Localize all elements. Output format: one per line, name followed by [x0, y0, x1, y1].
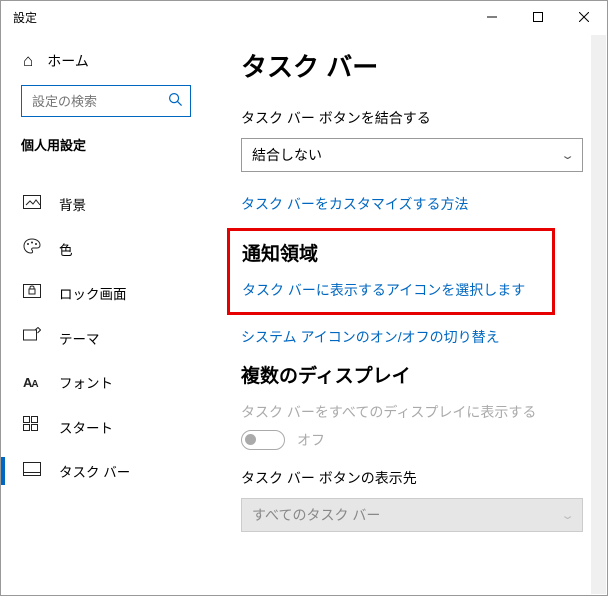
- show-all-displays-label: タスク バーをすべてのディスプレイに表示する: [241, 402, 583, 422]
- sidebar-item-start[interactable]: スタート: [1, 404, 211, 449]
- highlight-annotation: 通知領域 タスク バーに表示するアイコンを選択します: [227, 228, 555, 315]
- show-all-displays-toggle: [241, 430, 285, 450]
- font-icon: AA: [23, 375, 43, 390]
- sidebar-item-label: 背景: [59, 194, 86, 214]
- lockscreen-icon: [23, 284, 43, 303]
- toggle-state-text: オフ: [297, 430, 325, 450]
- sidebar-item-label: ロック画面: [59, 283, 127, 303]
- home-label: ホーム: [47, 51, 89, 71]
- sidebar-item-themes[interactable]: テーマ: [1, 315, 211, 360]
- customize-taskbar-link[interactable]: タスク バーをカスタマイズする方法: [241, 194, 583, 214]
- close-button[interactable]: [561, 1, 607, 33]
- home-icon: ⌂: [23, 51, 33, 71]
- system-icons-link[interactable]: システム アイコンのオン/オフの切り替え: [241, 327, 583, 347]
- sidebar-item-fonts[interactable]: AA フォント: [1, 360, 211, 404]
- sidebar-item-background[interactable]: 背景: [1, 182, 211, 226]
- maximize-button[interactable]: [515, 1, 561, 33]
- start-icon: [23, 416, 43, 437]
- combine-buttons-label: タスク バー ボタンを結合する: [241, 108, 583, 128]
- window-title: 設定: [13, 9, 37, 26]
- chevron-down-icon: ⌄: [560, 149, 575, 162]
- taskbar-icon: [23, 462, 43, 481]
- sidebar-item-label: 色: [59, 239, 73, 259]
- sidebar-item-label: テーマ: [59, 328, 100, 348]
- show-where-label: タスク バー ボタンの表示先: [241, 468, 583, 488]
- picture-icon: [23, 195, 43, 214]
- sidebar-item-label: スタート: [59, 417, 113, 437]
- sidebar-item-label: タスク バー: [59, 461, 130, 481]
- theme-icon: [23, 327, 43, 348]
- combine-buttons-dropdown[interactable]: 結合しない ⌄: [241, 138, 583, 172]
- sidebar-item-taskbar[interactable]: タスク バー: [1, 449, 211, 493]
- chevron-down-icon: ⌄: [560, 509, 575, 522]
- sidebar-item-lockscreen[interactable]: ロック画面: [1, 271, 211, 315]
- multi-display-title: 複数のディスプレイ: [241, 361, 583, 388]
- search-input[interactable]: [21, 85, 191, 117]
- home-nav[interactable]: ⌂ ホーム: [1, 41, 211, 85]
- sidebar-item-colors[interactable]: 色: [1, 226, 211, 271]
- palette-icon: [23, 238, 43, 259]
- show-where-dropdown: すべてのタスク バー ⌄: [241, 498, 583, 532]
- dropdown-value: 結合しない: [252, 145, 322, 165]
- minimize-button[interactable]: [469, 1, 515, 33]
- page-title: タスク バー: [241, 47, 583, 84]
- scrollbar[interactable]: [591, 35, 606, 594]
- category-title: 個人用設定: [1, 135, 211, 160]
- sidebar-item-label: フォント: [59, 372, 113, 392]
- dropdown-value: すべてのタスク バー: [252, 505, 380, 525]
- select-taskbar-icons-link[interactable]: タスク バーに表示するアイコンを選択します: [242, 280, 540, 300]
- notification-area-title: 通知領域: [242, 239, 540, 266]
- search-icon: [168, 92, 183, 110]
